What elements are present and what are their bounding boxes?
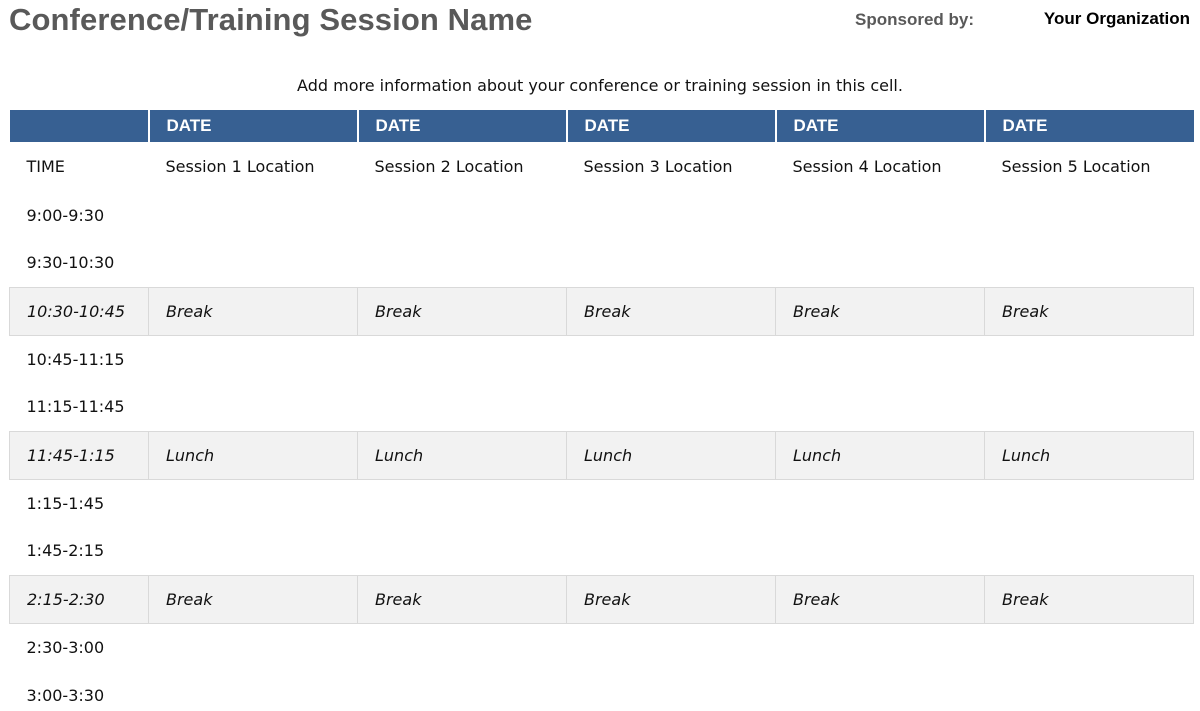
session-cell[interactable] [358,335,567,383]
session-cell[interactable] [776,335,985,383]
break-row: 2:15-2:30 Break Break Break Break Break [9,574,1194,624]
break-cell[interactable]: Break [357,574,567,624]
session-cell[interactable] [776,191,985,239]
schedule-table: DATE DATE DATE DATE DATE TIME Session 1 … [9,110,1194,711]
schedule-row: 11:15-11:45 [10,383,1194,431]
break-cell[interactable]: Break [566,574,776,624]
session-cell[interactable] [567,383,776,431]
lunch-cell[interactable]: Lunch [566,430,776,480]
time-slot[interactable]: 1:15-1:45 [10,479,149,527]
lunch-cell[interactable]: Lunch [984,430,1194,480]
session-cell[interactable] [567,671,776,711]
time-slot[interactable]: 9:00-9:30 [10,191,149,239]
time-slot[interactable]: 1:45-2:15 [10,527,149,575]
break-cell[interactable]: Break [984,286,1194,336]
sponsor-name[interactable]: Your Organization [1044,9,1190,29]
session-location-4[interactable]: Session 4 Location [776,142,985,191]
session-cell[interactable] [985,335,1194,383]
session-cell[interactable] [567,191,776,239]
break-cell[interactable]: Break [984,574,1194,624]
date-header-2[interactable]: DATE [356,110,567,142]
session-cell[interactable] [358,527,567,575]
schedule-row: 10:45-11:15 [10,335,1194,383]
session-cell[interactable] [358,623,567,671]
session-location-2[interactable]: Session 2 Location [358,142,567,191]
session-cell[interactable] [985,623,1194,671]
break-cell[interactable]: Break [566,286,776,336]
lunch-cell[interactable]: Lunch [357,430,567,480]
break-row: 10:30-10:45 Break Break Break Break Brea… [9,286,1194,336]
session-cell[interactable] [358,671,567,711]
break-cell[interactable]: Break [357,286,567,336]
session-location-3[interactable]: Session 3 Location [567,142,776,191]
session-cell[interactable] [149,479,358,527]
session-cell[interactable] [985,671,1194,711]
time-slot[interactable]: 10:45-11:15 [10,335,149,383]
time-column-label[interactable]: TIME [10,142,149,191]
session-cell[interactable] [985,479,1194,527]
lunch-cell[interactable]: Lunch [775,430,985,480]
lunch-row: 11:45-1:15 Lunch Lunch Lunch Lunch Lunch [9,430,1194,480]
session-location-5[interactable]: Session 5 Location [985,142,1194,191]
date-header-4[interactable]: DATE [774,110,985,142]
session-cell[interactable] [149,527,358,575]
time-slot[interactable]: 10:30-10:45 [9,286,149,336]
session-cell[interactable] [776,383,985,431]
session-cell[interactable] [149,239,358,287]
session-cell[interactable] [567,623,776,671]
page-title[interactable]: Conference/Training Session Name [9,2,532,38]
schedule-row: 9:30-10:30 [10,239,1194,287]
session-cell[interactable] [985,527,1194,575]
break-cell[interactable]: Break [775,574,985,624]
session-cell[interactable] [776,479,985,527]
session-cell[interactable] [567,479,776,527]
lunch-cell[interactable]: Lunch [148,430,358,480]
session-cell[interactable] [149,671,358,711]
schedule-row: 2:30-3:00 [10,623,1194,671]
date-header-5[interactable]: DATE [983,110,1194,142]
session-cell[interactable] [358,383,567,431]
session-cell[interactable] [776,239,985,287]
date-header-3[interactable]: DATE [565,110,776,142]
session-cell[interactable] [567,527,776,575]
date-header-1[interactable]: DATE [147,110,358,142]
time-slot[interactable]: 3:00-3:30 [10,671,149,711]
session-location-1[interactable]: Session 1 Location [149,142,358,191]
session-cell[interactable] [985,191,1194,239]
session-cell[interactable] [358,479,567,527]
time-slot[interactable]: 9:30-10:30 [10,239,149,287]
schedule-row: 1:45-2:15 [10,527,1194,575]
schedule-row: 3:00-3:30 [10,671,1194,711]
session-cell[interactable] [776,527,985,575]
location-row: TIME Session 1 Location Session 2 Locati… [10,142,1194,191]
break-cell[interactable]: Break [148,574,358,624]
time-slot[interactable]: 11:45-1:15 [9,430,149,480]
date-header-row: DATE DATE DATE DATE DATE [9,110,1194,142]
session-cell[interactable] [149,383,358,431]
session-cell[interactable] [149,191,358,239]
session-cell[interactable] [776,671,985,711]
info-cell[interactable]: Add more information about your conferen… [0,76,1200,95]
break-cell[interactable]: Break [775,286,985,336]
session-cell[interactable] [985,383,1194,431]
session-cell[interactable] [567,335,776,383]
time-slot[interactable]: 11:15-11:45 [10,383,149,431]
session-cell[interactable] [358,191,567,239]
schedule-row: 9:00-9:30 [10,191,1194,239]
session-cell[interactable] [985,239,1194,287]
time-slot[interactable]: 2:30-3:00 [10,623,149,671]
time-slot[interactable]: 2:15-2:30 [9,574,149,624]
break-cell[interactable]: Break [148,286,358,336]
session-cell[interactable] [358,239,567,287]
session-cell[interactable] [776,623,985,671]
schedule-row: 1:15-1:45 [10,479,1194,527]
session-cell[interactable] [149,335,358,383]
header-corner-cell[interactable] [9,110,149,142]
session-cell[interactable] [149,623,358,671]
sponsor-label: Sponsored by: [855,10,975,29]
session-cell[interactable] [567,239,776,287]
